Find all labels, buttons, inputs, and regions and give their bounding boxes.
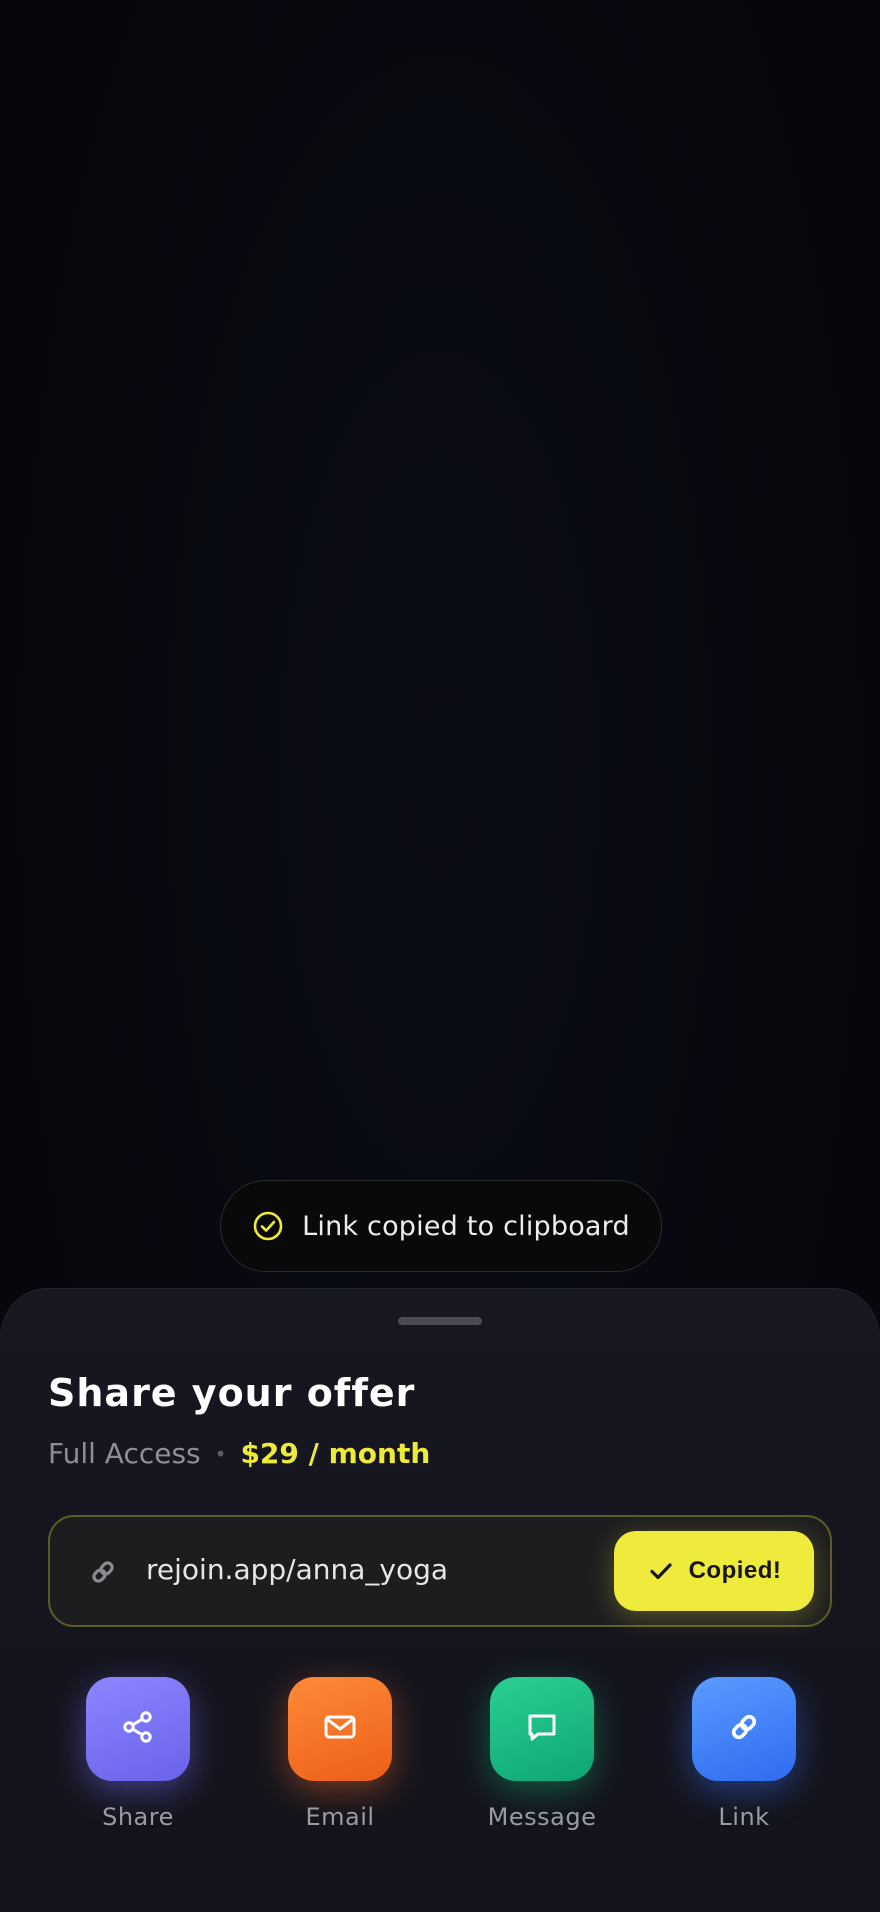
screen: Link copied to clipboard Share your offe… bbox=[0, 0, 880, 1912]
link-tile[interactable] bbox=[692, 1677, 796, 1781]
share-action-label: Share bbox=[102, 1803, 174, 1831]
share-link-field[interactable]: rejoin.app/anna_yoga Copied! bbox=[48, 1515, 832, 1627]
email-tile[interactable] bbox=[288, 1677, 392, 1781]
share-link-url: rejoin.app/anna_yoga bbox=[146, 1553, 449, 1586]
toast-message: Link copied to clipboard bbox=[302, 1210, 630, 1242]
link-action-label: Link bbox=[718, 1803, 770, 1831]
share-action-message[interactable]: Message bbox=[472, 1677, 612, 1831]
check-icon bbox=[647, 1557, 675, 1585]
message-tile[interactable] bbox=[490, 1677, 594, 1781]
link-icon bbox=[88, 1557, 118, 1587]
copy-link-button[interactable]: Copied! bbox=[614, 1531, 814, 1611]
message-icon bbox=[522, 1707, 562, 1751]
email-action-label: Email bbox=[305, 1803, 375, 1831]
share-actions-row: Share Email Message Link bbox=[0, 1677, 880, 1837]
plan-price: $29 / month bbox=[240, 1437, 431, 1470]
sheet-drag-handle[interactable] bbox=[398, 1317, 482, 1325]
toast-notification: Link copied to clipboard bbox=[220, 1180, 662, 1272]
offer-summary: Full Access • $29 / month bbox=[48, 1437, 430, 1470]
sheet-title: Share your offer bbox=[48, 1371, 416, 1415]
copy-button-label: Copied! bbox=[688, 1557, 782, 1584]
share-action-link[interactable]: Link bbox=[674, 1677, 814, 1831]
plan-name: Full Access bbox=[48, 1437, 201, 1470]
separator-dot: • bbox=[214, 1441, 227, 1466]
share-icon bbox=[118, 1707, 158, 1751]
share-action-share[interactable]: Share bbox=[68, 1677, 208, 1831]
share-bottom-sheet: Share your offer Full Access • $29 / mon… bbox=[0, 1288, 880, 1912]
message-action-label: Message bbox=[487, 1803, 597, 1831]
share-action-email[interactable]: Email bbox=[270, 1677, 410, 1831]
check-circle-icon bbox=[252, 1210, 284, 1242]
mail-icon bbox=[320, 1707, 360, 1751]
share-tile[interactable] bbox=[86, 1677, 190, 1781]
link-icon bbox=[727, 1710, 761, 1748]
